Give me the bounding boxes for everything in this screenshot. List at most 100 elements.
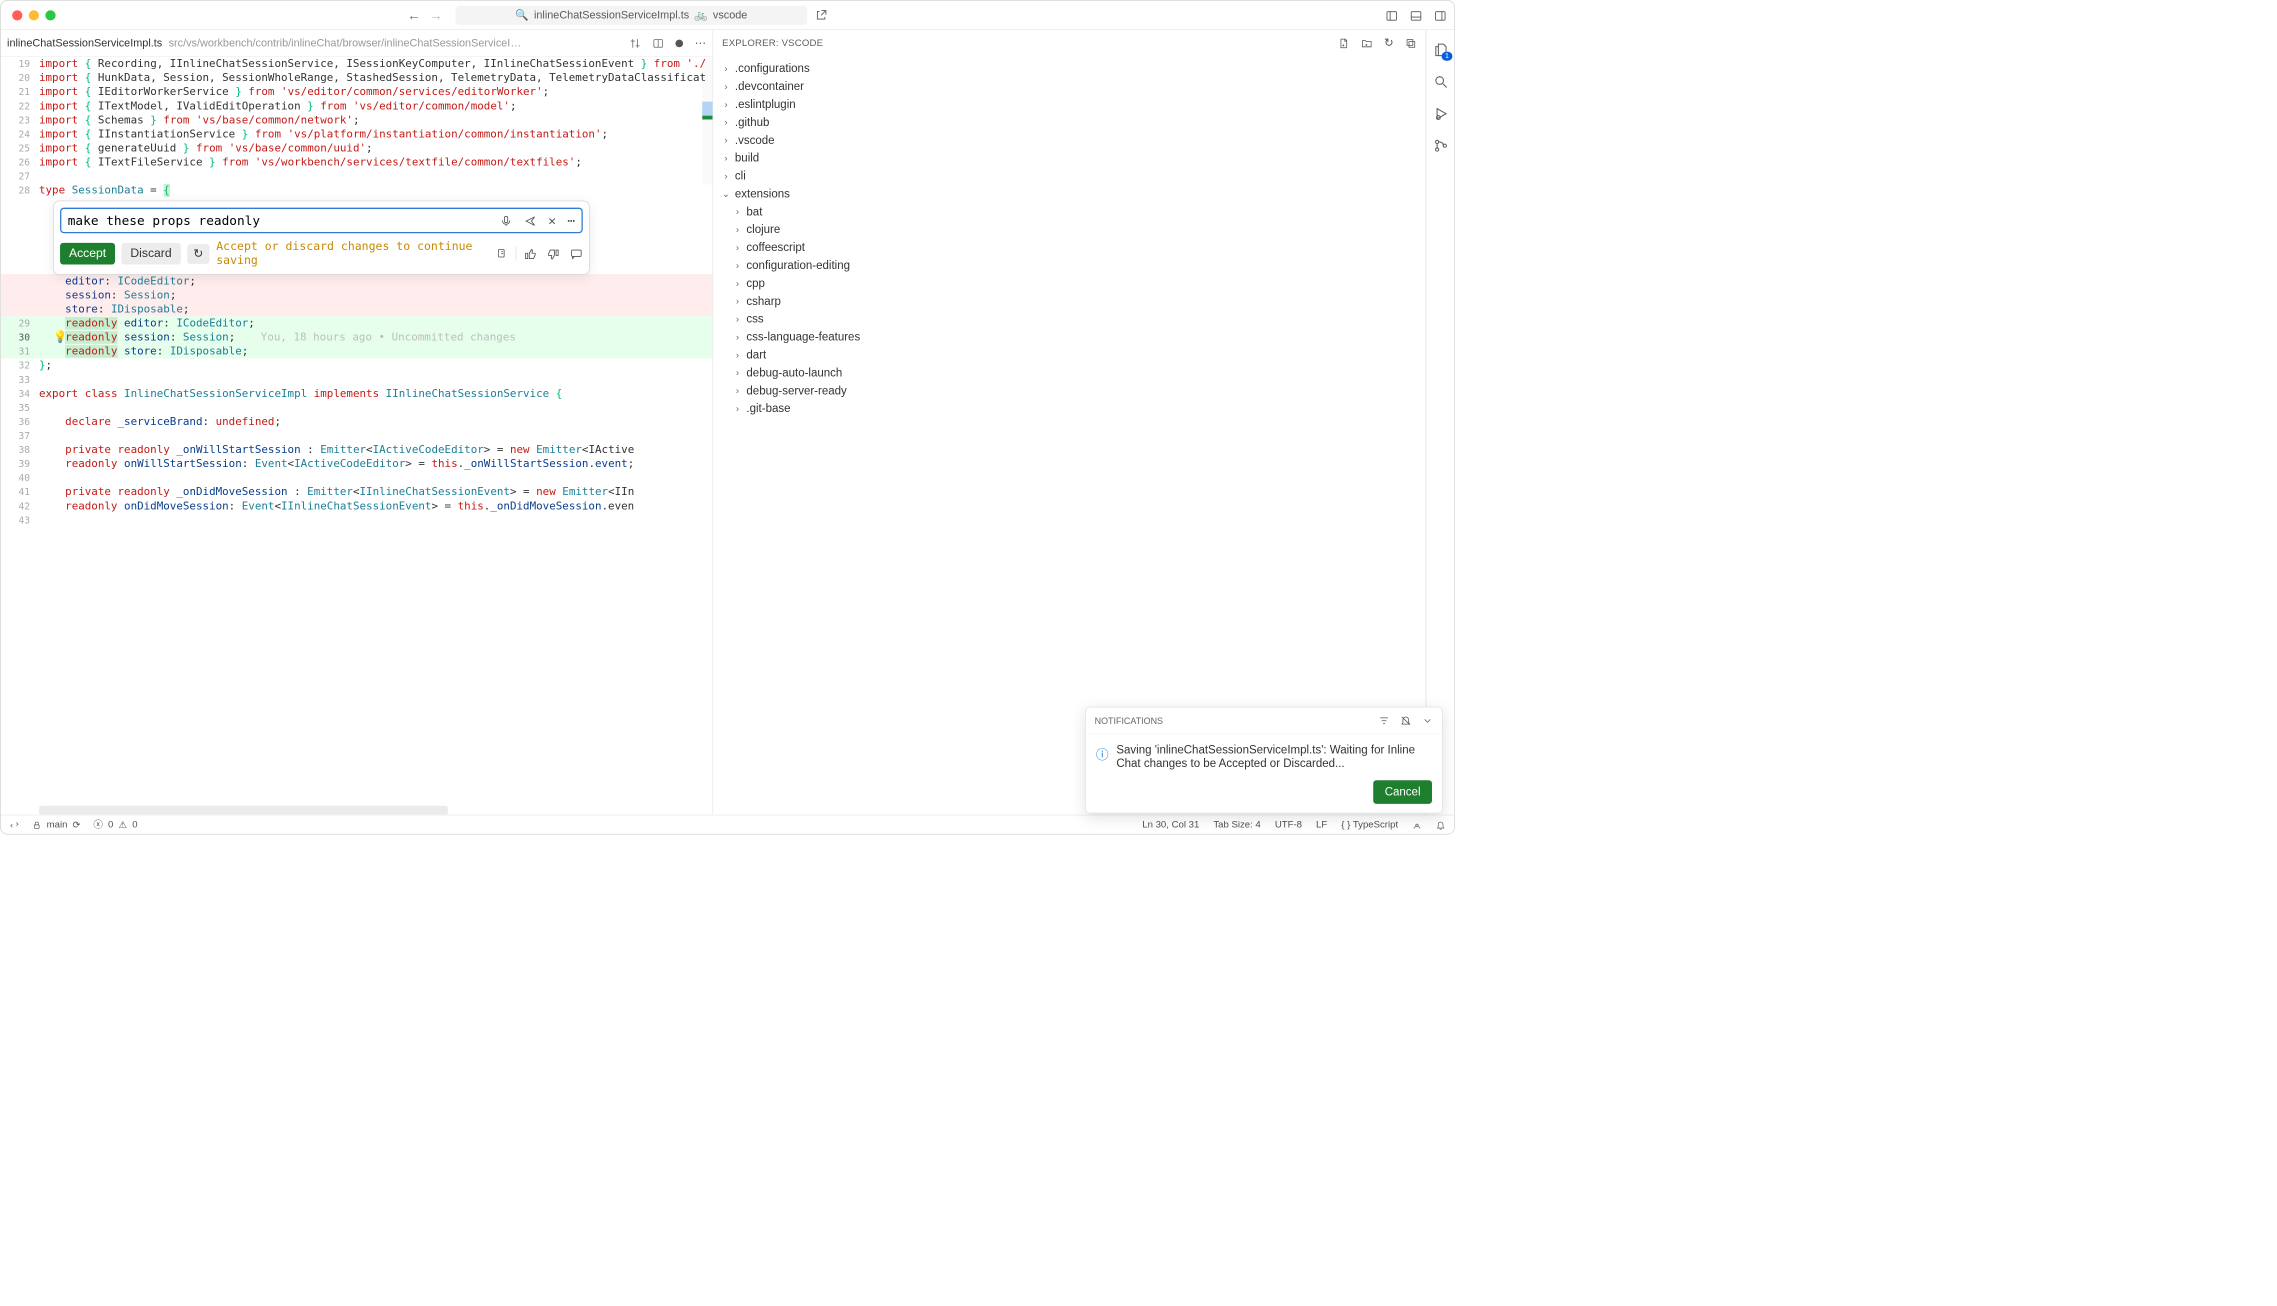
tree-item[interactable]: ›build [713, 149, 1425, 167]
tree-item[interactable]: ›debug-auto-launch [713, 364, 1425, 382]
tree-item[interactable]: ›clojure [713, 220, 1425, 238]
search-icon: 🔍 [515, 9, 529, 22]
explorer-panel: EXPLORER: VSCODE ↻ ›.configurations›.dev… [713, 30, 1426, 815]
open-external-icon[interactable] [815, 8, 828, 23]
editor-tab-filename[interactable]: inlineChatSessionServiceImpl.ts [7, 37, 162, 50]
minimize-window-button[interactable] [29, 10, 39, 20]
nav-arrows: ← → [407, 7, 443, 24]
tree-item[interactable]: ›debug-server-ready [713, 381, 1425, 399]
chevron-right-icon: › [721, 170, 731, 181]
encoding[interactable]: UTF-8 [1275, 819, 1302, 830]
chevron-right-icon: › [732, 260, 742, 271]
status-bar: main ⟳ ⓧ0 ⚠0 Ln 30, Col 31 Tab Size: 4 U… [1, 815, 1455, 834]
toggle-sidebar-left-icon[interactable] [1385, 9, 1398, 22]
mic-icon[interactable] [500, 213, 513, 227]
source-control-icon[interactable] [1433, 136, 1448, 154]
nav-forward-button[interactable]: → [429, 7, 443, 24]
bell-icon[interactable] [1436, 819, 1446, 830]
remote-icon[interactable] [10, 819, 20, 830]
traffic-lights [12, 10, 55, 20]
nav-back-button[interactable]: ← [407, 7, 421, 24]
inline-chat-input[interactable] [68, 213, 495, 228]
sync-icon[interactable]: ⟳ [73, 819, 81, 831]
maximize-window-button[interactable] [45, 10, 55, 20]
file-tree[interactable]: ›.configurations›.devcontainer›.eslintpl… [713, 57, 1425, 815]
cursor-position[interactable]: Ln 30, Col 31 [1142, 819, 1199, 830]
new-file-icon[interactable] [1338, 36, 1350, 49]
vscode-window: ← → 🔍 inlineChatSessionServiceImpl.ts 🚲v… [0, 0, 1455, 835]
notification-title: NOTIFICATIONS [1095, 715, 1163, 725]
refresh-icon[interactable]: ↻ [1384, 36, 1394, 49]
diff-icon[interactable] [497, 247, 509, 261]
mute-icon[interactable] [1400, 714, 1412, 727]
tree-item[interactable]: ›coffeescript [713, 238, 1425, 256]
cancel-button[interactable]: Cancel [1373, 780, 1432, 804]
compare-icon[interactable] [629, 36, 641, 49]
code-editor[interactable]: 19import { Recording, IInlineChatSession… [1, 57, 713, 815]
address-workspace: vscode [713, 9, 747, 22]
tree-item[interactable]: ›csharp [713, 292, 1425, 310]
toggle-sidebar-right-icon[interactable] [1434, 9, 1447, 22]
command-center[interactable]: 🔍 inlineChatSessionServiceImpl.ts 🚲vscod… [456, 5, 807, 24]
explorer-header: EXPLORER: VSCODE ↻ [713, 30, 1425, 57]
tree-item[interactable]: ⌄extensions [713, 185, 1425, 203]
inline-chat-hint: Accept or discard changes to continue sa… [216, 240, 489, 268]
branch-indicator[interactable]: main ⟳ [32, 819, 81, 831]
tree-item[interactable]: ›bat [713, 203, 1425, 221]
tree-item[interactable]: ›.vscode [713, 131, 1425, 149]
tree-item[interactable]: ›configuration-editing [713, 256, 1425, 274]
tree-item[interactable]: ›css-language-features [713, 328, 1425, 346]
error-icon: ⓧ [93, 818, 103, 831]
thumbs-up-icon[interactable] [524, 246, 537, 260]
chevron-down-icon[interactable] [1422, 714, 1434, 727]
tree-item[interactable]: › cli [713, 167, 1425, 185]
tree-item[interactable]: ›css [713, 310, 1425, 328]
chevron-right-icon: › [721, 117, 731, 128]
tree-item[interactable]: ›.configurations [713, 59, 1425, 77]
run-debug-icon[interactable] [1433, 104, 1448, 122]
more-icon[interactable]: ⋯ [567, 213, 575, 227]
filter-icon[interactable] [1378, 714, 1390, 727]
emoji-icon: 🚲 [694, 9, 708, 22]
tree-item-label: cli [735, 169, 746, 182]
search-panel-icon[interactable] [1433, 72, 1448, 90]
tree-item[interactable]: › .github [713, 113, 1425, 131]
tree-item[interactable]: ›.eslintplugin [713, 95, 1425, 113]
eol[interactable]: LF [1316, 819, 1327, 830]
tab-size[interactable]: Tab Size: 4 [1213, 819, 1260, 830]
tree-item-label: .devcontainer [735, 80, 804, 93]
tree-item-label: csharp [746, 294, 781, 307]
chevron-right-icon: › [732, 206, 742, 217]
comment-icon[interactable] [570, 246, 583, 260]
dirty-indicator-icon [675, 39, 683, 47]
more-actions-icon[interactable]: ⋯ [695, 36, 707, 49]
thumbs-down-icon[interactable] [547, 246, 560, 260]
accept-button[interactable]: Accept [60, 243, 115, 265]
tree-item-label: .github [735, 115, 770, 128]
lightbulb-icon[interactable]: 💡 [53, 330, 67, 344]
horizontal-scrollbar[interactable] [39, 806, 546, 815]
tree-item-label: dart [746, 348, 766, 361]
tree-item[interactable]: ›cpp [713, 274, 1425, 292]
main-body: inlineChatSessionServiceImpl.ts src/vs/w… [1, 30, 1455, 815]
feedback-icon[interactable] [1412, 819, 1422, 830]
new-folder-icon[interactable] [1361, 36, 1373, 49]
files-icon[interactable] [1433, 40, 1448, 58]
close-window-button[interactable] [12, 10, 22, 20]
rerun-button[interactable]: ↻ [187, 244, 210, 264]
problems-indicator[interactable]: ⓧ0 ⚠0 [93, 818, 137, 831]
warning-icon: ⚠ [119, 819, 128, 831]
close-icon[interactable]: ✕ [548, 213, 556, 227]
collapse-all-icon[interactable] [1405, 36, 1417, 49]
language-mode[interactable]: { } TypeScript [1341, 819, 1398, 830]
discard-button[interactable]: Discard [121, 243, 180, 265]
split-editor-icon[interactable] [652, 36, 664, 49]
tree-item-label: css [746, 312, 763, 325]
tree-item[interactable]: ›dart [713, 346, 1425, 364]
tree-item[interactable]: ›.git-base [713, 399, 1425, 417]
chevron-right-icon: › [732, 403, 742, 414]
tree-item[interactable]: ›.devcontainer [713, 77, 1425, 95]
send-icon[interactable] [524, 213, 537, 227]
tree-item-label: coffeescript [746, 241, 805, 254]
toggle-panel-icon[interactable] [1410, 9, 1423, 22]
